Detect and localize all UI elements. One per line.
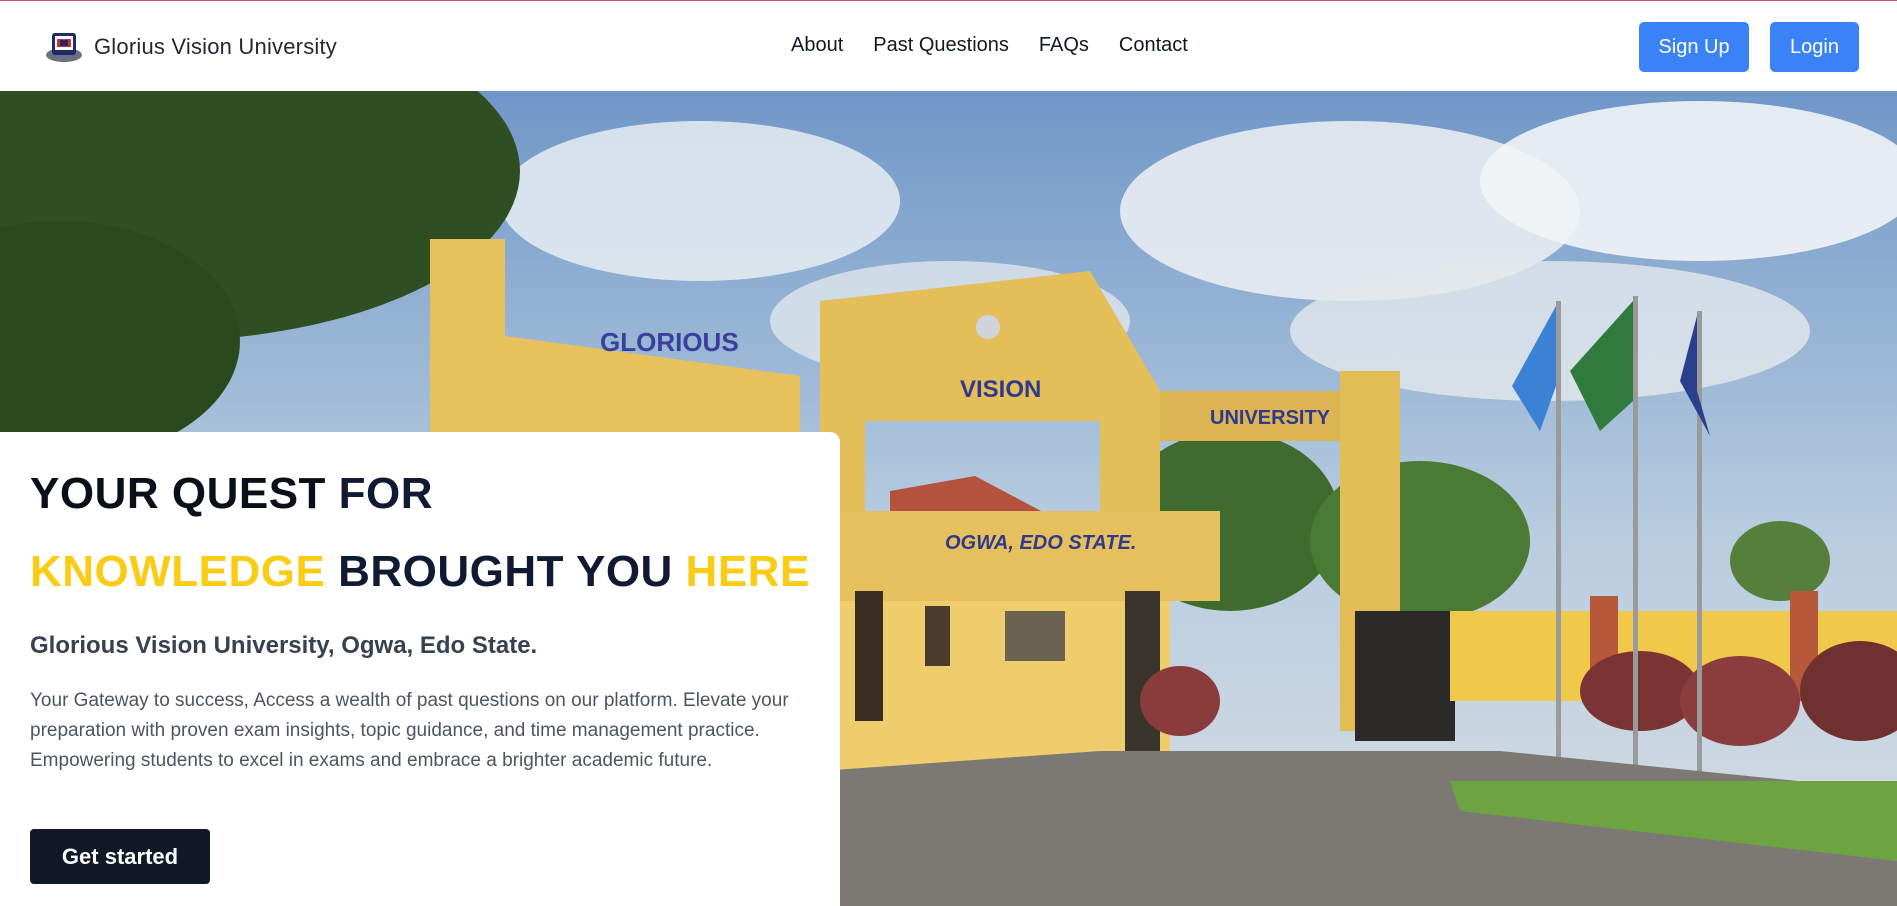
gate-sign-left: GLORIOUS bbox=[600, 327, 739, 357]
nav-link-about[interactable]: About bbox=[791, 34, 843, 57]
university-logo-icon bbox=[46, 33, 82, 62]
headline-part-here: HERE bbox=[685, 547, 810, 596]
hero-card: YOUR QUEST FOR KNOWLEDGE BROUGHT YOU HER… bbox=[0, 432, 840, 906]
login-button[interactable]: Login bbox=[1770, 22, 1859, 72]
nav-link-contact[interactable]: Contact bbox=[1119, 34, 1188, 57]
nav-link-past-questions[interactable]: Past Questions bbox=[873, 34, 1009, 57]
hero-description: Your Gateway to success, Access a wealth… bbox=[30, 690, 789, 771]
nav-link-faqs[interactable]: FAQs bbox=[1039, 34, 1089, 57]
gatehouse-sign: OGWA, EDO STATE. bbox=[945, 532, 1136, 554]
navbar: Glorius Vision University About Past Que… bbox=[0, 1, 1897, 91]
headline-part-brought-you: BROUGHT YOU bbox=[325, 547, 686, 596]
hero-subtitle: Glorious Vision University, Ogwa, Edo St… bbox=[30, 632, 538, 659]
gate-sign-middle: VISION bbox=[960, 376, 1041, 403]
hero-section: GLORIOUS VISION UNIVERSITY OGWA, EDO STA… bbox=[0, 91, 1897, 906]
sign-up-button[interactable]: Sign Up bbox=[1639, 22, 1749, 72]
headline-part-your-quest: YOUR QUEST bbox=[30, 469, 339, 518]
hero-headline: YOUR QUEST FOR KNOWLEDGE BROUGHT YOU HER… bbox=[30, 466, 810, 602]
get-started-button[interactable]: Get started bbox=[30, 829, 210, 884]
nav-actions: Sign Up Login bbox=[1639, 22, 1859, 72]
brand[interactable]: Glorius Vision University bbox=[44, 27, 337, 67]
headline-part-knowledge: KNOWLEDGE bbox=[30, 547, 326, 596]
brand-name: Glorius Vision University bbox=[94, 34, 338, 59]
main-nav: About Past Questions FAQs Contact bbox=[791, 34, 1188, 57]
headline-part-for: FOR bbox=[338, 469, 434, 518]
gate-sign-right: UNIVERSITY bbox=[1210, 407, 1331, 429]
